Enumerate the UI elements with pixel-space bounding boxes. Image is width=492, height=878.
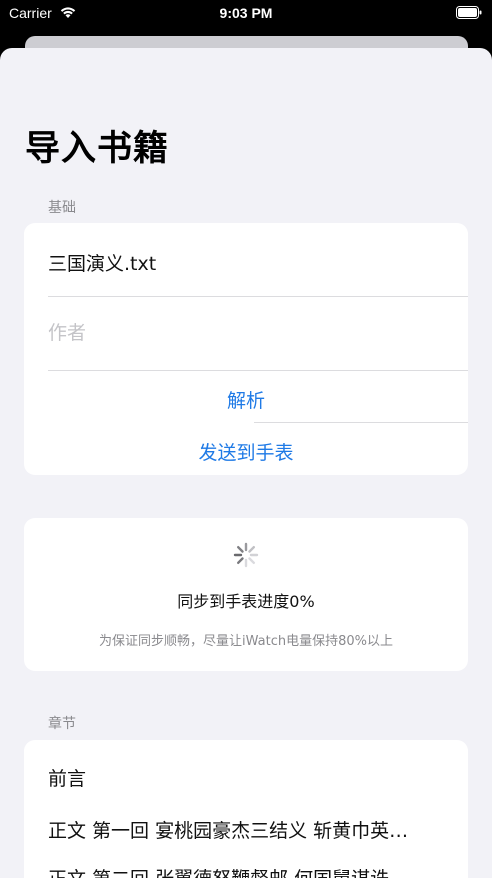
section-header-chapters: 章节 bbox=[48, 716, 76, 732]
status-time: 9:03 PM bbox=[219, 5, 273, 21]
basic-card: 三国演义.txt 解析 发送到手表 bbox=[24, 223, 468, 475]
loading-spinner-icon bbox=[233, 542, 259, 568]
chapter-item[interactable]: 正文 第一回 宴桃园豪杰三结义 斩黄巾英… bbox=[48, 816, 408, 843]
sync-card: 同步到手表进度0% 为保证同步顺畅，尽量让iWatch电量保持80%以上 bbox=[24, 518, 468, 671]
section-header-basic: 基础 bbox=[48, 200, 76, 216]
battery-hint-text: 为保证同步顺畅，尽量让iWatch电量保持80%以上 bbox=[99, 634, 393, 649]
divider bbox=[48, 370, 468, 371]
divider bbox=[254, 422, 468, 423]
file-name-field[interactable]: 三国演义.txt bbox=[48, 249, 156, 276]
parse-button[interactable]: 解析 bbox=[24, 386, 468, 413]
author-field[interactable] bbox=[48, 315, 448, 351]
page-title: 导入书籍 bbox=[25, 129, 170, 169]
chapter-item[interactable]: 前言 bbox=[48, 764, 86, 791]
sync-progress-text: 同步到手表进度0% bbox=[177, 592, 315, 611]
battery-icon bbox=[456, 6, 482, 19]
status-bar: Carrier 9:03 PM bbox=[0, 0, 492, 28]
chapters-card: 前言 正文 第一回 宴桃园豪杰三结义 斩黄巾英… 正文 第二回 张翼德怒鞭督邮 … bbox=[24, 740, 468, 878]
divider bbox=[48, 296, 468, 297]
chapter-item[interactable]: 正文 第二回 张翼德怒鞭督邮 何国舅谋诛… bbox=[48, 864, 408, 878]
send-to-watch-button[interactable]: 发送到手表 bbox=[24, 438, 468, 465]
